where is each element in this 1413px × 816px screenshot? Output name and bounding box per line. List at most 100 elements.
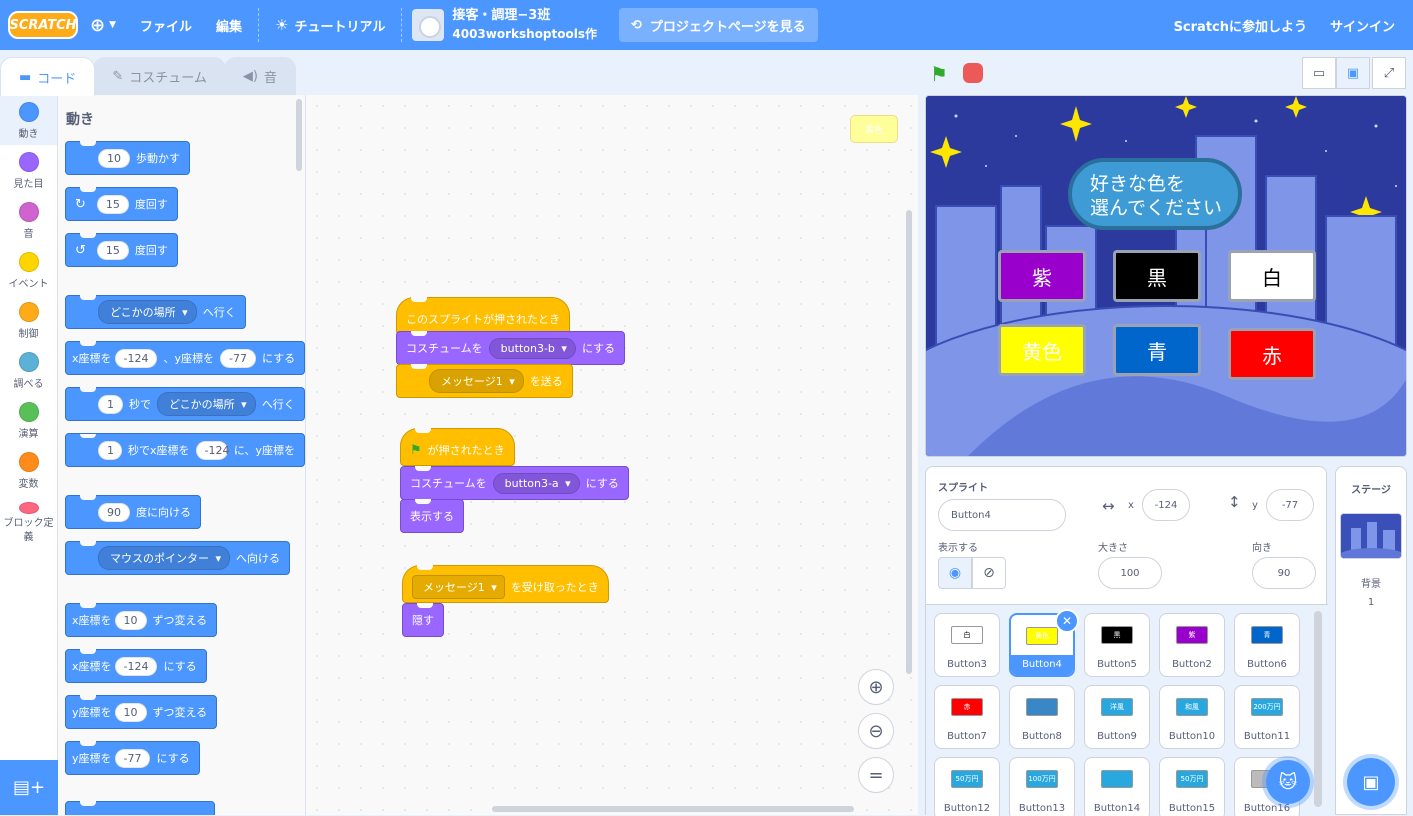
script-area[interactable]: 黄色 このスプライトが押されたとき コスチュームを button3-b ▾ にする … [306,95,918,815]
show-sprite-button[interactable]: ◉ [938,557,972,589]
category-sound[interactable]: 音 [0,195,57,245]
block-input[interactable]: -124 [114,656,158,676]
add-extension-button[interactable]: ▤+ [0,760,58,815]
block-broadcast[interactable]: メッセージ1 ▾ を送る [396,364,573,398]
category-operators[interactable]: 演算 [0,395,57,445]
block-switch-costume[interactable]: コスチュームを button3-a ▾ にする [400,466,629,500]
block-set-x[interactable]: x座標を -124 にする [65,649,207,683]
block-switch-costume[interactable]: コスチュームを button3-b ▾ にする [396,331,626,365]
category-looks[interactable]: 見た目 [0,145,57,195]
direction-input[interactable]: 90 [1252,557,1316,589]
sprite-tile[interactable]: Button14 [1084,757,1150,816]
tab-costumes[interactable]: ✎ コスチューム [93,57,226,95]
block-dropdown[interactable]: どこかの場所 ▾ [98,300,197,324]
block-dropdown[interactable]: button3-a ▾ [492,472,580,494]
join-scratch-link[interactable]: Scratchに参加しよう [1162,0,1319,50]
block-dropdown[interactable]: どこかの場所 ▾ [157,392,256,416]
sprite-tile[interactable]: Button8 [1009,685,1075,749]
block-input[interactable]: 10 [114,702,147,722]
sprite-tile[interactable]: 青 Button6 [1234,613,1300,677]
block-input[interactable]: 10 [114,610,147,630]
stage-button-blue[interactable]: 青 [1113,324,1201,376]
block-input[interactable]: -124 [114,348,158,368]
script-vertical-scrollbar[interactable] [906,210,912,674]
x-input[interactable]: -124 [1142,489,1190,521]
sprite-name-input[interactable]: Button4 [938,499,1066,531]
large-stage-button[interactable]: ▣ [1336,57,1370,89]
category-motion[interactable]: 動き [0,95,57,145]
sprite-tile[interactable]: 黄色 Button4 ✕ [1009,609,1079,677]
fullscreen-button[interactable]: ⤢ [1372,57,1406,89]
sign-in-link[interactable]: サインイン [1318,0,1407,50]
project-title[interactable]: 接客・調理−3班 [452,7,597,25]
category-events[interactable]: イベント [0,245,57,295]
block-move-steps[interactable]: 10 歩動かす [65,141,190,175]
sprite-tile[interactable]: 赤 Button7 [934,685,1000,749]
add-sprite-button[interactable]: 🐱 [1266,760,1310,804]
block-input[interactable]: 1 [98,440,122,460]
sprite-tile[interactable]: 50万円 Button12 [934,757,1000,816]
delete-sprite-button[interactable]: ✕ [1055,609,1079,633]
block-change-y[interactable]: y座標を 10 ずつ変える [65,695,218,729]
block-input[interactable]: 10 [98,148,130,168]
block-input[interactable]: -124 [195,440,229,460]
block-input[interactable]: -77 [220,348,256,368]
block-dropdown[interactable]: メッセージ1 ▾ [429,369,524,393]
category-my-blocks[interactable]: ブロック定義 [0,495,57,545]
stage-button-red[interactable]: 赤 [1228,328,1316,380]
sprite-tile[interactable]: 100万円 Button13 [1009,757,1075,816]
add-backdrop-button[interactable]: ▣ [1347,758,1395,806]
block-goto[interactable]: どこかの場所 ▾ へ行く [65,295,246,329]
block-set-y[interactable]: y座標を -77 にする [65,741,200,775]
sprite-list-scrollbar[interactable] [1314,611,1322,807]
sprite-tile[interactable]: 200万円 Button11 [1234,685,1300,749]
hat-when-i-receive[interactable]: メッセージ1 ▾ を受け取ったとき [402,565,609,603]
block-change-x[interactable]: x座標を 10 ずつ変える [65,603,218,637]
green-flag-button[interactable]: ⚑ [930,62,948,86]
sprite-tile[interactable]: 50万円 Button15 [1159,757,1225,816]
block-dropdown[interactable]: メッセージ1 ▾ [412,575,505,599]
size-input[interactable]: 100 [1098,557,1162,589]
category-control[interactable]: 制御 [0,295,57,345]
block-turn-left[interactable]: ↺ 15 度回す [65,233,178,267]
zoom-in-button[interactable]: ⊕ [858,669,894,705]
see-project-page-button[interactable]: ⟲ プロジェクトページを見る [619,8,818,42]
edit-menu[interactable]: 編集 [204,0,254,50]
palette-scrollbar[interactable] [296,99,302,171]
block-dropdown[interactable]: button3-b ▾ [488,337,576,359]
sprite-tile[interactable]: 洋風 Button9 [1084,685,1150,749]
small-stage-button[interactable]: ▭ [1302,57,1336,89]
block-show[interactable]: 表示する [400,499,464,533]
block-input[interactable]: 15 [96,240,129,260]
block-input[interactable]: 90 [98,502,130,522]
tab-sounds[interactable]: ◀) 音 [223,57,296,95]
block-goto-xy[interactable]: x座標を -124 、y座標を -77 にする [65,341,305,375]
block-glide-xy[interactable]: 1 秒でx座標を -124 に、y座標を [65,433,305,467]
script-horizontal-scrollbar[interactable] [492,806,854,812]
tab-code[interactable]: ▬ コード [0,57,96,96]
zoom-reset-button[interactable]: = [858,757,894,793]
sprite-tile[interactable]: 紫 Button2 [1159,613,1225,677]
sprite-tile[interactable]: 和風 Button10 [1159,685,1225,749]
stop-button[interactable] [963,63,983,83]
stage-canvas[interactable]: 好きな色を 選んでください 紫 黒 白 黄色 青 赤 [925,95,1407,457]
block-point-towards[interactable]: マウスのポインター ▾ へ向ける [65,541,291,575]
category-sensing[interactable]: 調べる [0,345,57,395]
y-input[interactable]: -77 [1266,489,1314,521]
hat-when-sprite-clicked[interactable]: このスプライトが押されたとき [396,297,570,335]
category-variables[interactable]: 変数 [0,445,57,495]
stage-button-purple[interactable]: 紫 [998,250,1086,302]
block-input[interactable]: 15 [96,194,129,214]
block-dropdown[interactable]: マウスのポインター ▾ [98,546,231,570]
block-glide[interactable]: 1 秒で どこかの場所 ▾ へ行く [65,387,305,421]
stage-button-white[interactable]: 白 [1228,250,1316,302]
sprite-tile[interactable]: 黒 Button5 [1084,613,1150,677]
stage-button-yellow[interactable]: 黄色 [998,324,1086,376]
zoom-out-button[interactable]: ⊖ [858,713,894,749]
file-menu[interactable]: ファイル [128,0,204,50]
hat-when-flag-clicked[interactable]: ⚑ が押されたとき [400,428,515,466]
block-input[interactable]: -77 [114,748,151,768]
language-menu[interactable]: ⊕ ▼ [78,0,128,50]
stage-button-black[interactable]: 黒 [1113,250,1201,302]
scratch-logo[interactable]: SCRATCH [8,11,78,39]
